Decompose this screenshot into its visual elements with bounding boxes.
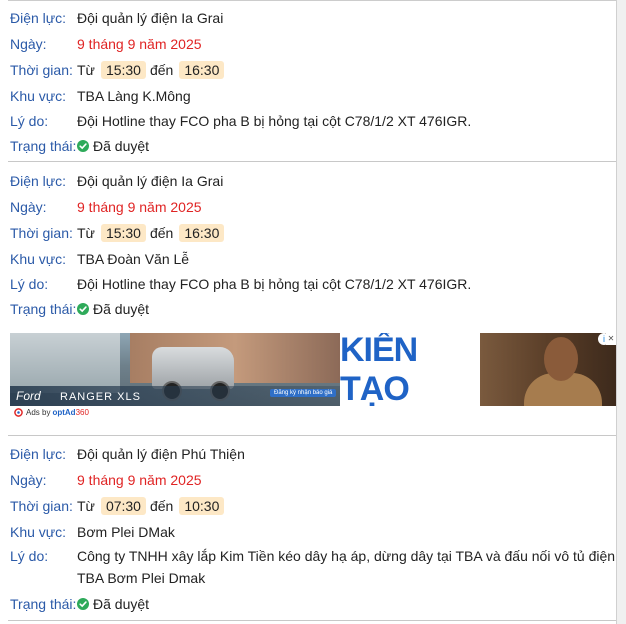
optad-360: 360 bbox=[75, 408, 89, 417]
label-dien-luc: Điện lực: bbox=[10, 446, 67, 462]
start-time-badge: 07:30 bbox=[100, 497, 146, 515]
row-thoi-gian: Thời gian: Từ 15:30 đến 16:30 bbox=[10, 60, 610, 80]
ad-model-name: RANGER XLS bbox=[60, 391, 141, 403]
record-divider bbox=[8, 620, 616, 621]
row-ly-do-cont: TBA Bơm Plei Dmak bbox=[10, 568, 610, 588]
end-time-badge: 16:30 bbox=[179, 224, 225, 242]
label-ngay: Ngày: bbox=[10, 472, 47, 488]
label-khu-vuc: Khu vực: bbox=[10, 524, 67, 540]
value-khu-vuc: TBA Làng K.Mông bbox=[77, 88, 191, 104]
label-ngay: Ngày: bbox=[10, 199, 47, 215]
row-dien-luc: Điện lực: Đội quản lý điện Phú Thiện bbox=[10, 444, 610, 464]
end-time-badge: 10:30 bbox=[179, 497, 225, 515]
ad-headline-panel[interactable]: KIẾN TẠO bbox=[340, 333, 480, 406]
start-time-badge: 15:30 bbox=[100, 61, 146, 79]
divider bbox=[8, 0, 616, 1]
row-dien-luc: Điện lực: Đội quản lý điện Ia Grai bbox=[10, 171, 610, 191]
value-ngay: 9 tháng 9 năm 2025 bbox=[77, 199, 202, 215]
label-dien-luc: Điện lực: bbox=[10, 10, 67, 26]
value-ly-do-line-2: TBA Bơm Plei Dmak bbox=[77, 570, 206, 586]
ad-banner[interactable]: Ford RANGER XLS Đăng ký nhận báo giá KIẾ… bbox=[10, 333, 616, 406]
tu-text: Từ bbox=[77, 62, 95, 78]
page-scrollbar[interactable] bbox=[616, 0, 626, 624]
check-circle-icon bbox=[77, 140, 89, 152]
record-divider bbox=[8, 161, 616, 162]
status-text: Đã duyệt bbox=[93, 596, 150, 612]
record-divider bbox=[8, 435, 616, 436]
value-khu-vuc: TBA Đoàn Văn Lễ bbox=[77, 251, 190, 267]
ad-close-icon[interactable]: ✕ bbox=[606, 333, 616, 345]
ad-person-face bbox=[544, 337, 578, 381]
label-ly-do: Lý do: bbox=[10, 276, 49, 292]
label-dien-luc: Điện lực: bbox=[10, 173, 67, 189]
label-ly-do: Lý do: bbox=[10, 548, 49, 564]
value-ngay: 9 tháng 9 năm 2025 bbox=[77, 36, 202, 52]
label-thoi-gian: Thời gian: bbox=[10, 498, 73, 514]
value-ly-do: Đội Hotline thay FCO pha B bị hỏng tại c… bbox=[77, 276, 472, 292]
value-ly-do-line-1: Công ty TNHH xây lắp Kim Tiền kéo dây hạ… bbox=[77, 548, 616, 564]
row-ly-do: Lý do: Công ty TNHH xây lắp Kim Tiền kéo… bbox=[10, 546, 615, 566]
value-khu-vuc: Bơm Plei DMak bbox=[77, 524, 175, 540]
value-ly-do: Đội Hotline thay FCO pha B bị hỏng tại c… bbox=[77, 113, 472, 129]
value-thoi-gian: Từ 15:30 đến 16:30 bbox=[77, 61, 228, 79]
row-khu-vuc: Khu vực: Bơm Plei DMak bbox=[10, 522, 610, 542]
end-time-badge: 16:30 bbox=[179, 61, 225, 79]
ad-image-truck[interactable]: Ford RANGER XLS Đăng ký nhận báo giá bbox=[10, 333, 340, 406]
ad-headline: KIẾN TẠO bbox=[340, 333, 418, 406]
status-text: Đã duyệt bbox=[93, 301, 150, 317]
row-dien-luc: Điện lực: Đội quản lý điện Ia Grai bbox=[10, 8, 610, 28]
row-thoi-gian: Thời gian: Từ 07:30 đến 10:30 bbox=[10, 496, 610, 516]
row-ly-do: Lý do: Đội Hotline thay FCO pha B bị hỏn… bbox=[10, 111, 610, 131]
status-approved: Đã duyệt bbox=[77, 596, 149, 612]
tu-text: Từ bbox=[77, 225, 95, 241]
value-dien-luc: Đội quản lý điện Ia Grai bbox=[77, 173, 224, 189]
ad-image-person[interactable] bbox=[480, 333, 616, 406]
check-circle-icon bbox=[77, 303, 89, 315]
row-khu-vuc: Khu vực: TBA Đoàn Văn Lễ bbox=[10, 249, 610, 269]
status-approved: Đã duyệt bbox=[77, 138, 149, 154]
den-text: đến bbox=[149, 62, 174, 78]
ads-by-text: Ads by bbox=[26, 408, 51, 417]
ad-background-tree bbox=[10, 333, 120, 393]
row-trang-thai: Trạng thái: Đã duyệt bbox=[10, 136, 610, 156]
label-khu-vuc: Khu vực: bbox=[10, 88, 67, 104]
row-thoi-gian: Thời gian: Từ 15:30 đến 16:30 bbox=[10, 223, 610, 243]
status-text: Đã duyệt bbox=[93, 138, 150, 154]
value-thoi-gian: Từ 07:30 đến 10:30 bbox=[77, 497, 228, 515]
check-circle-icon bbox=[77, 598, 89, 610]
row-trang-thai: Trạng thái: Đã duyệt bbox=[10, 594, 610, 614]
row-ly-do: Lý do: Đội Hotline thay FCO pha B bị hỏn… bbox=[10, 274, 610, 294]
tu-text: Từ bbox=[77, 498, 95, 514]
label-thoi-gian: Thời gian: bbox=[10, 225, 73, 241]
label-thoi-gian: Thời gian: bbox=[10, 62, 73, 78]
value-dien-luc: Đội quản lý điện Phú Thiện bbox=[77, 446, 245, 462]
row-ngay: Ngày: 9 tháng 9 năm 2025 bbox=[10, 34, 610, 54]
optad-brand: optAd bbox=[52, 408, 76, 417]
den-text: đến bbox=[149, 498, 174, 514]
label-ngay: Ngày: bbox=[10, 36, 47, 52]
label-trang-thai: Trạng thái: bbox=[10, 596, 77, 612]
row-trang-thai: Trạng thái: Đã duyệt bbox=[10, 299, 610, 319]
status-approved: Đã duyệt bbox=[77, 301, 149, 317]
ads-by-label[interactable]: Ads by optAd 360 bbox=[14, 408, 89, 417]
row-ngay: Ngày: 9 tháng 9 năm 2025 bbox=[10, 470, 610, 490]
optad-logo-icon bbox=[14, 408, 23, 417]
label-trang-thai: Trạng thái: bbox=[10, 138, 77, 154]
ad-brand-logo: Ford bbox=[16, 389, 41, 403]
den-text: đến bbox=[149, 225, 174, 241]
value-thoi-gian: Từ 15:30 đến 16:30 bbox=[77, 224, 228, 242]
value-dien-luc: Đội quản lý điện Ia Grai bbox=[77, 10, 224, 26]
start-time-badge: 15:30 bbox=[100, 224, 146, 242]
label-khu-vuc: Khu vực: bbox=[10, 251, 67, 267]
label-ly-do: Lý do: bbox=[10, 113, 49, 129]
ad-cta-button[interactable]: Đăng ký nhận báo giá bbox=[270, 389, 337, 397]
value-ngay: 9 tháng 9 năm 2025 bbox=[77, 472, 202, 488]
row-ngay: Ngày: 9 tháng 9 năm 2025 bbox=[10, 197, 610, 217]
row-khu-vuc: Khu vực: TBA Làng K.Mông bbox=[10, 86, 610, 106]
label-trang-thai: Trạng thái: bbox=[10, 301, 77, 317]
